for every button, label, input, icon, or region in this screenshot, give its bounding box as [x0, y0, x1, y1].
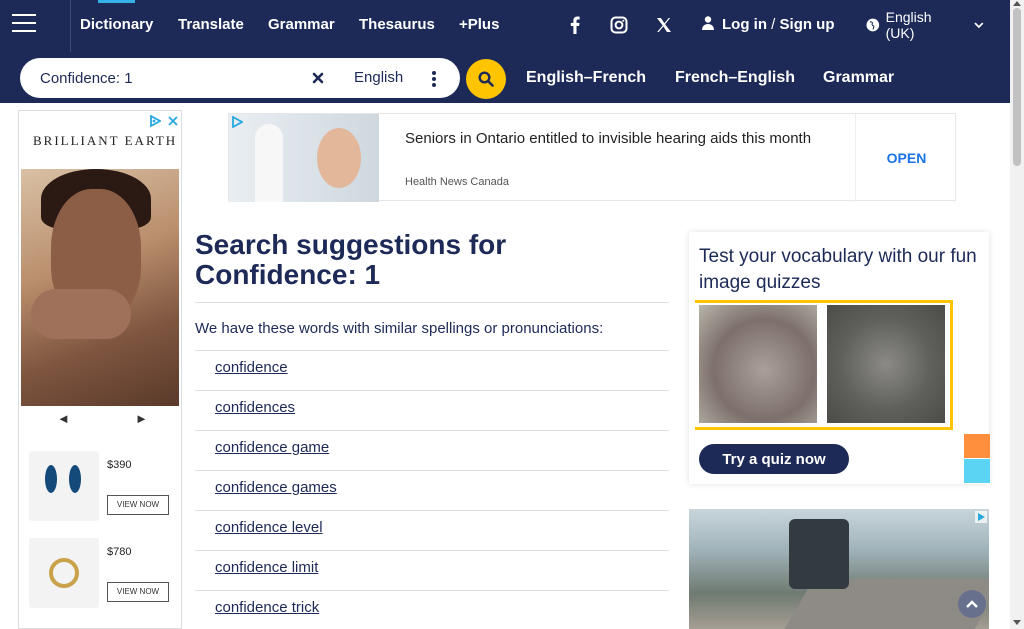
- page-title-query: Confidence: 1: [195, 259, 381, 290]
- nav-dictionary[interactable]: Dictionary: [80, 0, 153, 33]
- auth-links: Log in / Sign up: [702, 16, 835, 33]
- earrings-image: [29, 451, 99, 521]
- scroll-to-top-button[interactable]: [958, 590, 986, 618]
- divider: [195, 510, 669, 511]
- ring-image: [29, 538, 99, 608]
- subnav-grammar[interactable]: Grammar: [823, 69, 894, 87]
- chevron-down-icon: [974, 21, 984, 28]
- hippo-image[interactable]: [699, 305, 817, 423]
- try-quiz-button[interactable]: Try a quiz now: [699, 444, 849, 474]
- user-icon: [702, 16, 714, 30]
- ad-headline: Seniors in Ontario entitled to invisible…: [405, 130, 812, 147]
- instagram-icon[interactable]: [606, 14, 632, 36]
- ad-open-button[interactable]: OPEN: [855, 114, 957, 202]
- video-ad[interactable]: [689, 509, 989, 629]
- ad-model-photo: [21, 169, 179, 406]
- suggestion-link[interactable]: confidence limit: [215, 559, 318, 576]
- side-tab-cyan[interactable]: [964, 459, 990, 483]
- view-now-button[interactable]: VIEW NOW: [107, 495, 169, 515]
- carousel-next-arrow-icon[interactable]: ►: [135, 411, 148, 426]
- dictionary-selector-label: English: [354, 69, 404, 86]
- page-scrollbar[interactable]: [1010, 0, 1024, 629]
- signup-link[interactable]: Sign up: [780, 16, 835, 33]
- adchoices-icon[interactable]: [975, 511, 987, 523]
- ad-source: Health News Canada: [405, 176, 509, 188]
- top-banner-ad[interactable]: Seniors in Ontario entitled to invisible…: [228, 113, 957, 202]
- dictionary-selector[interactable]: English: [336, 66, 452, 90]
- subnav-english-french[interactable]: English–French: [526, 69, 646, 87]
- adchoices-icon[interactable]: [149, 115, 161, 127]
- product-price: $780: [107, 546, 132, 558]
- suggestion-link[interactable]: confidence trick: [215, 599, 319, 616]
- side-tab-orange[interactable]: [964, 434, 990, 458]
- close-ad-icon[interactable]: [167, 115, 179, 127]
- suggestion-link[interactable]: confidence level: [215, 519, 323, 536]
- chevron-up-icon: [966, 600, 978, 608]
- page-title-prefix: Search suggestions for: [195, 229, 507, 260]
- ad-product[interactable]: $390 VIEW NOW: [27, 451, 177, 523]
- x-twitter-icon[interactable]: [651, 14, 677, 36]
- nav-thesaurus[interactable]: Thesaurus: [359, 16, 435, 33]
- more-options-icon: [432, 71, 436, 89]
- search-input[interactable]: [40, 68, 295, 88]
- nav-grammar[interactable]: Grammar: [268, 16, 335, 33]
- suggestion-link[interactable]: confidence game: [215, 439, 329, 456]
- divider: [195, 590, 669, 591]
- product-price: $390: [107, 459, 132, 471]
- suggestions-intro: We have these words with similar spellin…: [195, 320, 604, 337]
- suggestion-link[interactable]: confidence: [215, 359, 288, 376]
- divider: [195, 302, 669, 303]
- divider: [195, 430, 669, 431]
- divider: [195, 470, 669, 471]
- language-selector[interactable]: English (UK): [866, 9, 984, 41]
- carousel-prev-arrow-icon[interactable]: ◄: [57, 411, 70, 426]
- suggestion-link[interactable]: confidences: [215, 399, 295, 416]
- hamburger-menu-icon[interactable]: [12, 14, 36, 34]
- quiz-title: Test your vocabulary with our fun image …: [699, 246, 977, 293]
- login-link[interactable]: Log in: [722, 16, 767, 33]
- page-title: Search suggestions for Confidence: 1: [195, 230, 506, 290]
- nav-divider: [70, 0, 71, 52]
- scroll-up-arrow-icon[interactable]: [1013, 1, 1021, 6]
- divider: [195, 550, 669, 551]
- divider: [195, 350, 669, 351]
- seal-image[interactable]: [827, 305, 945, 423]
- suggestion-link[interactable]: confidence games: [215, 479, 337, 496]
- search-button[interactable]: [466, 59, 506, 99]
- clear-search-icon[interactable]: [306, 66, 330, 90]
- nav-plus[interactable]: +Plus: [459, 16, 499, 33]
- ad-product[interactable]: $780 VIEW NOW: [27, 538, 177, 610]
- ad-carousel-controls: ◄ ►: [19, 409, 181, 433]
- divider: [195, 390, 669, 391]
- language-label: English (UK): [885, 9, 932, 41]
- ad-brand-logo: BRILLIANT EARTH: [33, 133, 178, 148]
- scroll-down-arrow-icon[interactable]: [1013, 620, 1021, 625]
- ad-truck-image: [789, 519, 849, 589]
- globe-icon: [866, 18, 880, 32]
- subnav-french-english[interactable]: French–English: [675, 69, 795, 87]
- ad-doctor-image: [229, 114, 379, 202]
- auth-separator: /: [771, 16, 776, 33]
- left-skyscraper-ad[interactable]: BRILLIANT EARTH ◄ ► $390 VIEW NOW $780 V…: [18, 110, 182, 629]
- scrollbar-thumb[interactable]: [1013, 8, 1021, 166]
- facebook-icon[interactable]: [562, 14, 588, 36]
- image-quiz-card: Test your vocabulary with our fun image …: [689, 232, 989, 484]
- adchoices-icon[interactable]: [231, 116, 243, 128]
- view-now-button[interactable]: VIEW NOW: [107, 582, 169, 602]
- top-navigation-bar: Dictionary Translate Grammar Thesaurus +…: [0, 0, 1010, 52]
- nav-translate[interactable]: Translate: [178, 16, 244, 33]
- search-icon: [478, 71, 494, 87]
